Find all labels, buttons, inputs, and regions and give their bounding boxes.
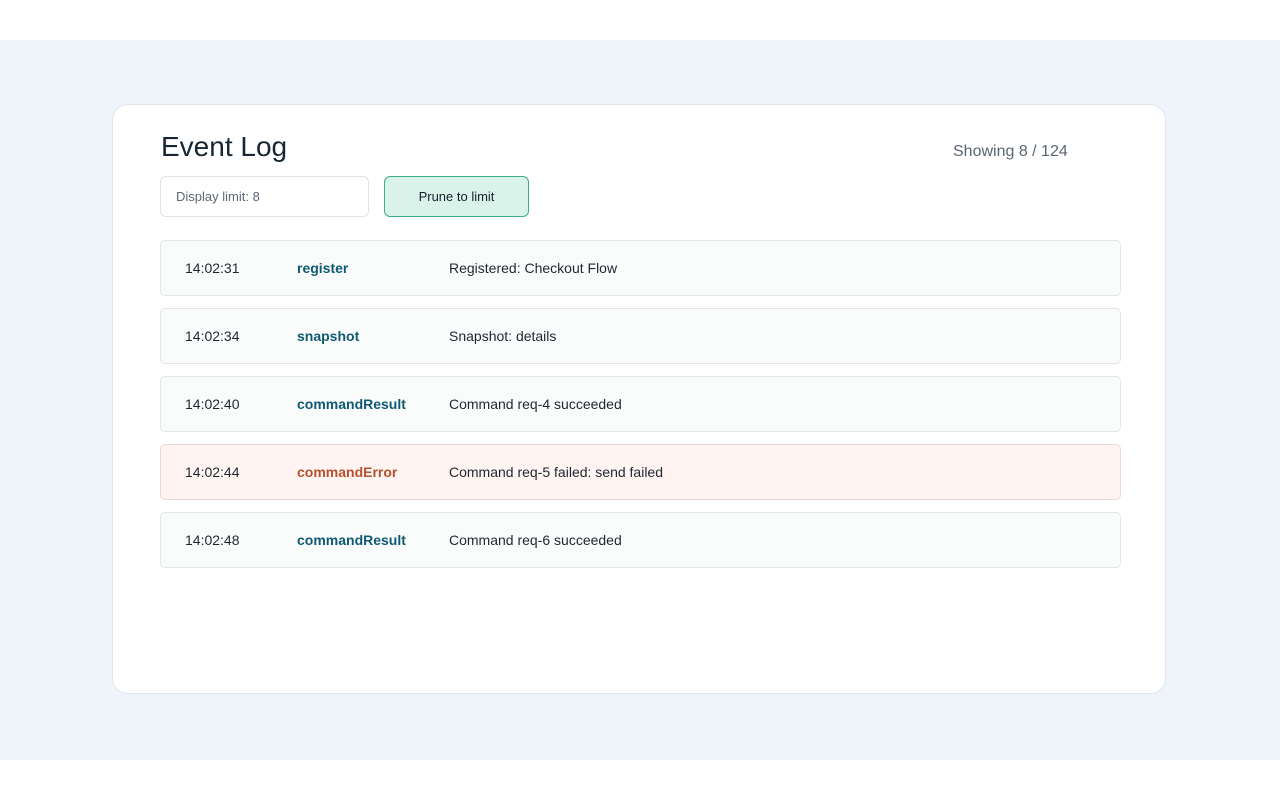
event-time: 14:02:48 (185, 532, 240, 548)
display-limit-input[interactable] (160, 176, 369, 217)
event-message: Command req-6 succeeded (449, 532, 622, 548)
showing-count: Showing 8 / 124 (953, 143, 1068, 160)
event-list: 14:02:31 register Registered: Checkout F… (160, 240, 1121, 580)
event-type: register (297, 260, 349, 276)
event-row: 14:02:31 register Registered: Checkout F… (160, 240, 1121, 296)
prune-to-limit-button[interactable]: Prune to limit (384, 176, 529, 217)
event-message: Snapshot: details (449, 328, 557, 344)
event-time: 14:02:44 (185, 464, 240, 480)
event-message: Command req-5 failed: send failed (449, 464, 664, 480)
event-time: 14:02:40 (185, 396, 240, 412)
event-message: Registered: Checkout Flow (449, 260, 618, 276)
event-time: 14:02:34 (185, 328, 240, 344)
event-type: commandError (297, 464, 398, 480)
event-type: commandResult (297, 532, 406, 548)
event-type: commandResult (297, 396, 406, 412)
event-type: snapshot (297, 328, 360, 344)
event-row: 14:02:48 commandResult Command req-6 suc… (160, 512, 1121, 568)
page-background: Event Log Showing 8 / 124 Prune to limit… (0, 40, 1280, 760)
page-title: Event Log (161, 131, 288, 162)
event-log-panel: Event Log Showing 8 / 124 Prune to limit… (112, 104, 1166, 694)
event-row-error: 14:02:44 commandError Command req-5 fail… (160, 444, 1121, 500)
event-row: 14:02:40 commandResult Command req-4 suc… (160, 376, 1121, 432)
event-row: 14:02:34 snapshot Snapshot: details (160, 308, 1121, 364)
event-time: 14:02:31 (185, 260, 240, 276)
event-message: Command req-4 succeeded (449, 396, 622, 412)
